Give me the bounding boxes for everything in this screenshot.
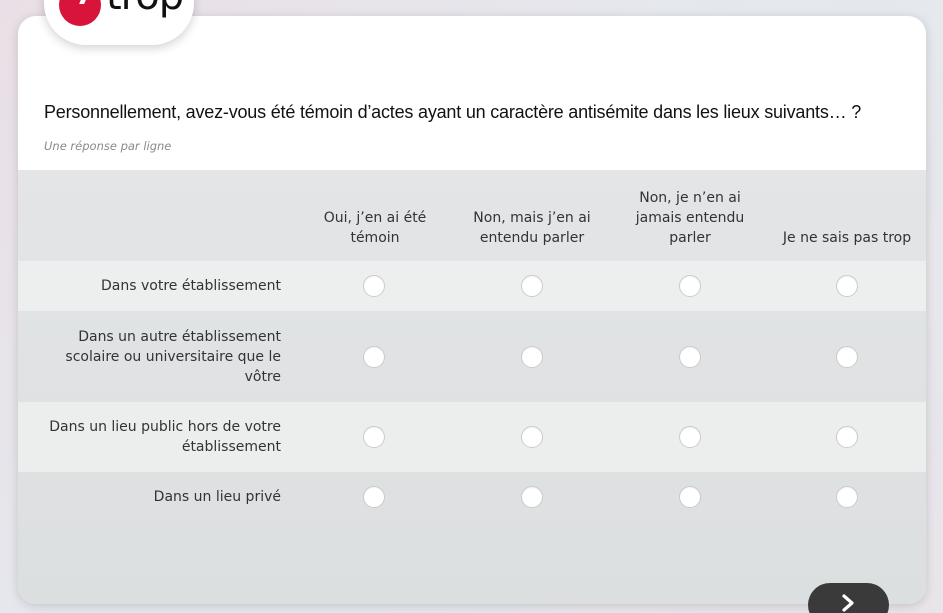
radio-row3-entendu-parler[interactable] xyxy=(521,426,543,448)
grid-row: Dans un autre établissement scolaire ou … xyxy=(18,311,926,402)
radio-row1-entendu-parler[interactable] xyxy=(521,275,543,297)
radio-row4-entendu-parler[interactable] xyxy=(521,486,543,508)
radio-row3-ne-sais-pas[interactable] xyxy=(836,426,858,448)
row-label-lieu-public: Dans un lieu public hors de votre établi… xyxy=(49,419,281,455)
radio-row4-ne-sais-pas[interactable] xyxy=(836,486,858,508)
radio-row4-oui-temoin[interactable] xyxy=(363,486,385,508)
row-label-lieu-prive: Dans un lieu privé xyxy=(153,489,281,505)
column-header-entendu-parler: Non, mais j’en ai entendu parler xyxy=(473,210,591,246)
radio-row2-jamais-entendu[interactable] xyxy=(679,345,701,368)
logo-text: trop xyxy=(106,0,184,16)
radio-row1-oui-temoin[interactable] xyxy=(363,275,385,297)
row-label-etablissement: Dans votre établissement xyxy=(101,278,281,294)
radio-row1-ne-sais-pas[interactable] xyxy=(836,275,858,297)
radio-row2-oui-temoin[interactable] xyxy=(363,345,385,368)
grid-row: Dans votre établissement xyxy=(18,261,926,311)
column-header-jamais-entendu: Non, je n’en ai jamais entendu parler xyxy=(635,190,745,246)
radio-row4-jamais-entendu[interactable] xyxy=(679,486,701,508)
row-label-autre-etablissement: Dans un autre établissement scolaire ou … xyxy=(65,328,281,385)
question-hint: Une réponse par ligne xyxy=(44,139,172,153)
radio-row2-entendu-parler[interactable] xyxy=(521,345,543,368)
answer-grid: Oui, j’en ai été témoin Non, mais j’en a… xyxy=(18,170,926,604)
grid-row: Dans un lieu privé xyxy=(18,472,926,522)
logo-mark-icon xyxy=(59,0,101,26)
chevron-right-icon xyxy=(842,594,854,612)
grid-header: Oui, j’en ai été témoin Non, mais j’en a… xyxy=(18,170,926,261)
radio-row3-jamais-entendu[interactable] xyxy=(679,426,701,448)
logo: trop xyxy=(44,0,194,45)
next-button[interactable] xyxy=(808,583,889,613)
radio-row2-ne-sais-pas[interactable] xyxy=(836,345,858,368)
survey-card: Personnellement, avez-vous été témoin d’… xyxy=(18,16,926,604)
radio-row3-oui-temoin[interactable] xyxy=(363,426,385,448)
radio-row1-jamais-entendu[interactable] xyxy=(679,275,701,297)
column-header-oui-temoin: Oui, j’en ai été témoin xyxy=(323,210,427,246)
grid-row: Dans un lieu public hors de votre établi… xyxy=(18,402,926,472)
question-title: Personnellement, avez-vous été témoin d’… xyxy=(44,102,862,122)
column-header-ne-sais-pas: Je ne sais pas trop xyxy=(782,230,912,246)
